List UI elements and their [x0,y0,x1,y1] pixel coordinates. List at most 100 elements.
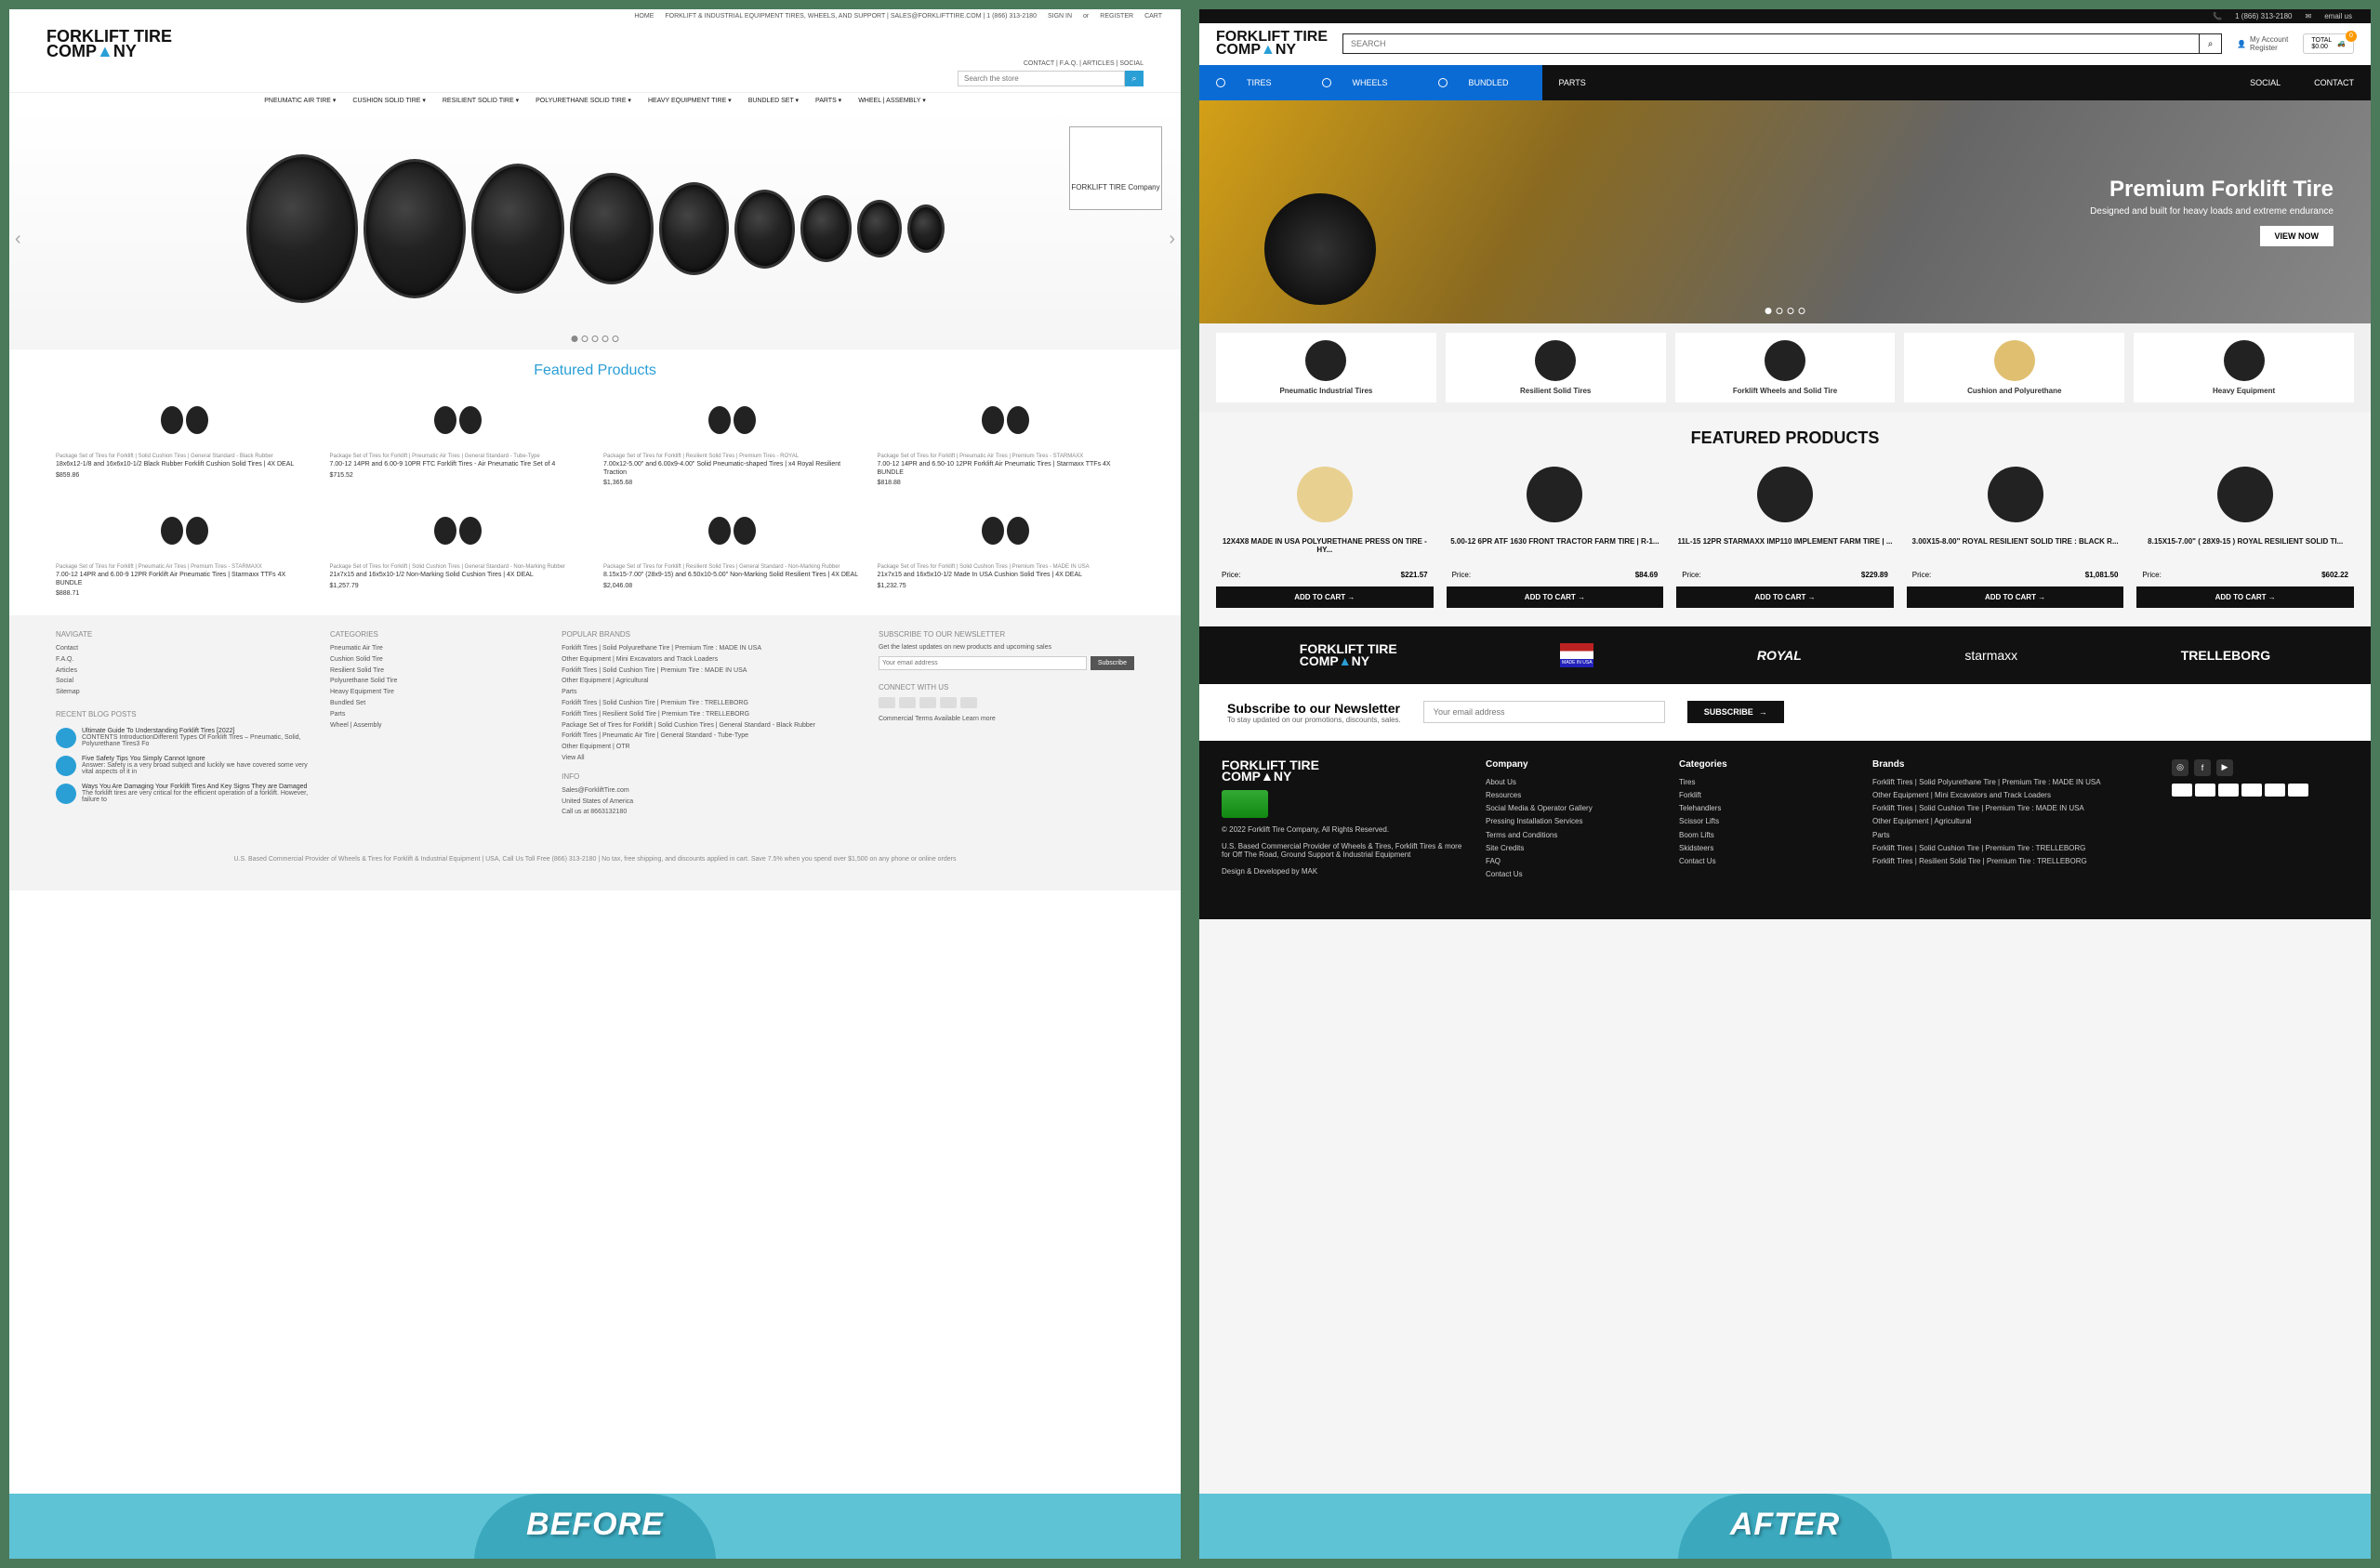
nav-item[interactable]: RESILIENT SOLID TIRE ▾ [443,97,519,104]
subscribe-button[interactable]: Subscribe [1091,656,1134,670]
product-image[interactable] [1447,457,1664,532]
footer-link[interactable]: Wheel | Assembly [330,721,543,731]
cart-widget[interactable]: TOTAL$0.00 🚜 0 [2303,33,2354,54]
footer-link[interactable]: Cushion Solid Tire [330,655,543,665]
footer-link[interactable]: Contact Us [1679,856,1856,866]
blog-item[interactable]: Five Safety Tips You Simply Cannot Ignor… [56,756,311,776]
carousel-prev[interactable]: ‹ [15,229,21,250]
footer-link[interactable]: Site Credits [1486,843,1662,853]
search-input[interactable] [1342,33,2200,54]
footer-link[interactable]: Telehandlers [1679,803,1856,813]
nav-item[interactable]: HEAVY EQUIPMENT TIRE ▾ [648,97,732,104]
product-card[interactable]: Package Set of Tires for Forklift | Pneu… [330,392,588,486]
product-image[interactable] [2136,457,2354,532]
footer-link[interactable]: Forklift Tires | Pneumatic Air Tire | Ge… [562,731,860,741]
product-image[interactable] [1907,457,2124,532]
footer-link[interactable]: Forklift [1679,790,1856,800]
product-card[interactable]: Package Set of Tires for Forklift | Pneu… [878,392,1135,486]
search-input[interactable] [958,71,1125,86]
add-to-cart-button[interactable]: ADD TO CART → [1447,586,1664,608]
social-icons[interactable]: ◎ f ▶ [2172,759,2348,776]
subscribe-button[interactable]: SUBSCRIBE → [1687,701,1784,723]
facebook-icon[interactable]: f [2194,759,2211,776]
footer-link[interactable]: FAQ [1486,856,1662,866]
nav-contact[interactable]: CONTACT [2297,65,2371,100]
footer-link[interactable]: Pressing Installation Services [1486,816,1662,826]
add-to-cart-button[interactable]: ADD TO CART → [1216,586,1434,608]
search-button[interactable]: ⌕ [1125,71,1144,86]
footer-link[interactable]: Resources [1486,790,1662,800]
carousel-dots[interactable] [572,336,619,342]
footer-link[interactable]: Heavy Equipment Tire [330,688,543,697]
footer-link[interactable]: Tires [1679,777,1856,787]
contact-links[interactable]: CONTACT | F.A.Q. | ARTICLES | SOCIAL [9,60,1181,71]
product-image[interactable] [1216,457,1434,532]
footer-link[interactable]: Forklift Tires | Solid Cushion Tire | Pr… [1872,843,2155,853]
category-card[interactable]: Resilient Solid Tires [1446,333,1666,402]
footer-link[interactable]: Sitemap [56,688,311,697]
footer-link[interactable]: Forklift Tires | Solid Polyurethane Tire… [562,644,860,653]
footer-link[interactable]: Pneumatic Air Tire [330,644,543,653]
footer-link[interactable]: Forklift Tires | Solid Cushion Tire | Pr… [562,666,860,676]
footer-link[interactable]: Polyurethane Solid Tire [330,677,543,686]
footer-link[interactable]: Other Equipment | Mini Excavators and Tr… [562,655,860,665]
search-button[interactable]: ⌕ [2200,33,2222,54]
footer-link[interactable]: Parts [330,710,543,719]
nav-item[interactable]: PARTS ▾ [815,97,841,104]
instagram-icon[interactable]: ◎ [2172,759,2188,776]
product-card[interactable]: Package Set of Tires for Forklift | Soli… [330,503,588,597]
product-name[interactable]: 5.00-12 6PR ATF 1630 FRONT TRACTOR FARM … [1447,537,1664,560]
product-name[interactable]: 11L-15 12PR STARMAXX IMP110 IMPLEMENT FA… [1676,537,1894,560]
category-card[interactable]: Heavy Equipment [2134,333,2354,402]
nav-item[interactable]: POLYURETHANE SOLID TIRE ▾ [536,97,631,104]
footer-link[interactable]: Parts [1872,830,2155,840]
home-link[interactable]: HOME [634,13,654,20]
nav-item[interactable]: BUNDLED SET ▾ [748,97,799,104]
add-to-cart-button[interactable]: ADD TO CART → [2136,586,2354,608]
footer-link[interactable]: Boom Lifts [1679,830,1856,840]
nav-item[interactable]: CUSHION SOLID TIRE ▾ [352,97,425,104]
product-card[interactable]: Package Set of Tires for Forklift | Resi… [603,503,861,597]
footer-link[interactable]: Contact [56,644,311,653]
footer-link[interactable]: Forklift Tires | Solid Cushion Tire | Pr… [1872,803,2155,813]
footer-link[interactable]: Other Equipment | Agricultural [562,677,860,686]
carousel-next[interactable]: › [1169,229,1175,250]
footer-link[interactable]: Social [56,677,311,686]
add-to-cart-button[interactable]: ADD TO CART → [1676,586,1894,608]
product-name[interactable]: 12X4X8 MADE IN USA POLYURETHANE PRESS ON… [1216,537,1434,560]
account-block[interactable]: 👤 My AccountRegister [2237,35,2288,52]
footer-link[interactable]: Other Equipment | Agricultural [1872,816,2155,826]
after-logo[interactable]: FORKLIFT TIRE COMP▲NY [1216,31,1328,58]
footer-link[interactable]: Social Media & Operator Gallery [1486,803,1662,813]
phone-text[interactable]: 1 (866) 313-2180 [2235,12,2292,20]
footer-link[interactable]: Skidsteers [1679,843,1856,853]
product-image[interactable] [1676,457,1894,532]
footer-link[interactable]: View All [562,754,860,763]
view-now-button[interactable]: VIEW NOW [2260,226,2334,246]
footer-link[interactable]: Resilient Solid Tire [330,666,543,676]
footer-link[interactable]: F.A.Q. [56,655,311,665]
footer-link[interactable]: Package Set of Tires for Forklift | Soli… [562,721,860,731]
footer-link[interactable]: United States of America [562,797,860,807]
footer-link[interactable]: Articles [56,666,311,676]
footer-link[interactable]: Call us at 8663132180 [562,808,860,817]
blog-item[interactable]: Ways You Are Damaging Your Forklift Tire… [56,784,311,804]
cart-link[interactable]: CART [1144,13,1162,20]
product-card[interactable]: Package Set of Tires for Forklift | Soli… [56,392,313,486]
category-card[interactable]: Forklift Wheels and Solid Tire [1675,333,1896,402]
footer-link[interactable]: Forklift Tires | Solid Polyurethane Tire… [1872,777,2155,787]
category-card[interactable]: Pneumatic Industrial Tires [1216,333,1436,402]
footer-link[interactable]: Scissor Lifts [1679,816,1856,826]
nav-social[interactable]: SOCIAL [2233,65,2297,100]
newsletter-input[interactable] [1423,701,1665,723]
blog-item[interactable]: Ultimate Guide To Understanding Forklift… [56,728,311,748]
nav-tires[interactable]: TIRES [1199,65,1305,100]
footer-link[interactable]: Other Equipment | Mini Excavators and Tr… [1872,790,2155,800]
footer-link[interactable]: Forklift Tires | Solid Cushion Tire | Pr… [562,699,860,708]
email-link[interactable]: email us [2324,12,2352,20]
category-card[interactable]: Cushion and Polyurethane [1904,333,2124,402]
newsletter-input[interactable] [879,656,1087,670]
product-card[interactable]: Package Set of Tires for Forklift | Pneu… [56,503,313,597]
footer-link[interactable]: Bundled Set [330,699,543,708]
footer-link[interactable]: About Us [1486,777,1662,787]
